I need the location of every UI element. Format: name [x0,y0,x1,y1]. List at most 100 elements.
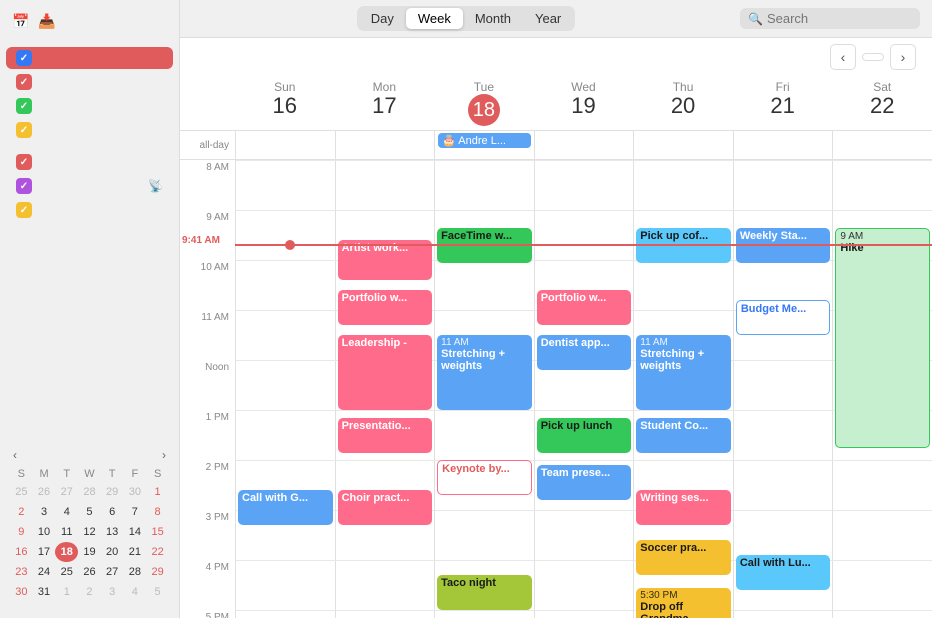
mini-cal-day[interactable]: 5 [78,502,101,522]
us-holidays-checkbox[interactable]: ✓ [16,178,32,194]
event-block[interactable]: Call with G... [238,490,333,525]
mini-cal-day[interactable]: 11 [55,522,78,542]
time-cell[interactable] [534,510,634,560]
event-block[interactable]: Leadership - [338,335,433,410]
time-cell[interactable] [733,610,833,618]
event-block[interactable]: Portfolio w... [338,290,433,325]
time-cell[interactable] [235,160,335,210]
time-cell[interactable] [434,510,534,560]
event-block[interactable]: Budget Me... [736,300,831,335]
sidebar-item-family[interactable]: ✓ [6,95,173,117]
event-block[interactable]: Dentist app... [537,335,632,370]
mini-cal-day[interactable]: 23 [10,562,33,582]
event-block[interactable]: Taco night [437,575,532,610]
sidebar-item-siri[interactable]: ✓ [6,199,173,221]
time-cell[interactable] [832,560,932,610]
mini-cal-day[interactable]: 20 [101,542,124,562]
allday-event-andre[interactable]: 🎂 Andre L... [438,133,531,148]
sidebar-item-birthdays[interactable]: ✓ [6,151,173,173]
search-input[interactable] [767,11,912,26]
today-button[interactable] [862,53,884,61]
mini-cal-day[interactable]: 26 [33,482,56,502]
mini-cal-day[interactable]: 29 [146,562,169,582]
mini-cal-day[interactable]: 25 [55,562,78,582]
mini-cal-day[interactable]: 10 [33,522,56,542]
mini-cal-day[interactable]: 30 [124,482,147,502]
time-cell[interactable] [733,510,833,560]
time-cell[interactable] [235,260,335,310]
time-cell[interactable] [534,560,634,610]
mini-cal-day[interactable]: 19 [78,542,101,562]
event-block[interactable]: Team prese... [537,465,632,500]
mini-cal-day[interactable]: 21 [124,542,147,562]
event-block[interactable]: Presentatio... [338,418,433,453]
time-cell[interactable] [335,160,435,210]
event-block[interactable]: 5:30 PMDrop off Grandma... [636,588,731,618]
time-cell[interactable] [832,510,932,560]
event-block[interactable]: 9 AMHike [835,228,930,448]
event-block[interactable]: Pick up lunch [537,418,632,453]
mini-cal-day[interactable]: 5 [146,582,169,602]
time-cell[interactable] [832,610,932,618]
mini-cal-day[interactable]: 16 [10,542,33,562]
mini-cal-day[interactable]: 3 [101,582,124,602]
time-cell[interactable] [733,460,833,510]
event-block[interactable]: 11 AMStretching + weights [437,335,532,410]
time-cell[interactable] [733,160,833,210]
mini-cal-day[interactable]: 6 [101,502,124,522]
school-checkbox[interactable]: ✓ [16,122,32,138]
time-cell[interactable] [633,260,733,310]
mini-cal-day[interactable]: 17 [33,542,56,562]
time-cell[interactable] [235,360,335,410]
mini-cal-next[interactable]: › [159,448,169,462]
sidebar-item-personal[interactable]: ✓ [6,47,173,69]
mini-cal-day[interactable]: 2 [78,582,101,602]
mini-cal-day[interactable]: 27 [55,482,78,502]
view-btn-month[interactable]: Month [463,8,523,29]
time-cell[interactable] [235,310,335,360]
mini-cal-day[interactable]: 27 [101,562,124,582]
mini-cal-day[interactable]: 31 [33,582,56,602]
time-cell[interactable] [534,210,634,260]
siri-checkbox[interactable]: ✓ [16,202,32,218]
time-cell[interactable] [434,260,534,310]
mini-cal-day[interactable]: 4 [55,502,78,522]
mini-cal-day[interactable]: 28 [124,562,147,582]
next-week-button[interactable]: › [890,44,916,70]
mini-cal-prev[interactable]: ‹ [10,448,20,462]
work-checkbox[interactable]: ✓ [16,74,32,90]
mini-cal-day[interactable]: 7 [124,502,147,522]
time-cell[interactable] [633,160,733,210]
mini-cal-day[interactable]: 29 [101,482,124,502]
day-header-tue[interactable]: Tue 18 [434,76,534,130]
time-cell[interactable] [235,210,335,260]
mini-cal-day[interactable]: 12 [78,522,101,542]
mini-cal-day[interactable]: 22 [146,542,169,562]
event-block[interactable]: Soccer pra... [636,540,731,575]
mini-cal-day[interactable]: 15 [146,522,169,542]
time-cell[interactable] [733,360,833,410]
mini-cal-day[interactable]: 30 [10,582,33,602]
event-block[interactable]: Student Co... [636,418,731,453]
mini-cal-day[interactable]: 24 [33,562,56,582]
mini-cal-day[interactable]: 26 [78,562,101,582]
mini-cal-day[interactable]: 14 [124,522,147,542]
mini-cal-day[interactable]: 25 [10,482,33,502]
time-cell[interactable] [335,610,435,618]
time-cell[interactable] [832,160,932,210]
mini-cal-day[interactable]: 2 [10,502,33,522]
sidebar-item-school[interactable]: ✓ [6,119,173,141]
mini-cal-day[interactable]: 1 [55,582,78,602]
time-cell[interactable] [335,560,435,610]
birthdays-checkbox[interactable]: ✓ [16,154,32,170]
view-btn-day[interactable]: Day [359,8,406,29]
mini-cal-day[interactable]: 1 [146,482,169,502]
event-block[interactable]: Choir pract... [338,490,433,525]
mini-cal-day[interactable]: 13 [101,522,124,542]
time-cell[interactable] [434,610,534,618]
sidebar-item-work[interactable]: ✓ [6,71,173,93]
time-cell[interactable] [733,410,833,460]
mini-cal-day[interactable]: 4 [124,582,147,602]
sidebar-item-us-holidays[interactable]: ✓ 📡 [6,175,173,197]
family-checkbox[interactable]: ✓ [16,98,32,114]
